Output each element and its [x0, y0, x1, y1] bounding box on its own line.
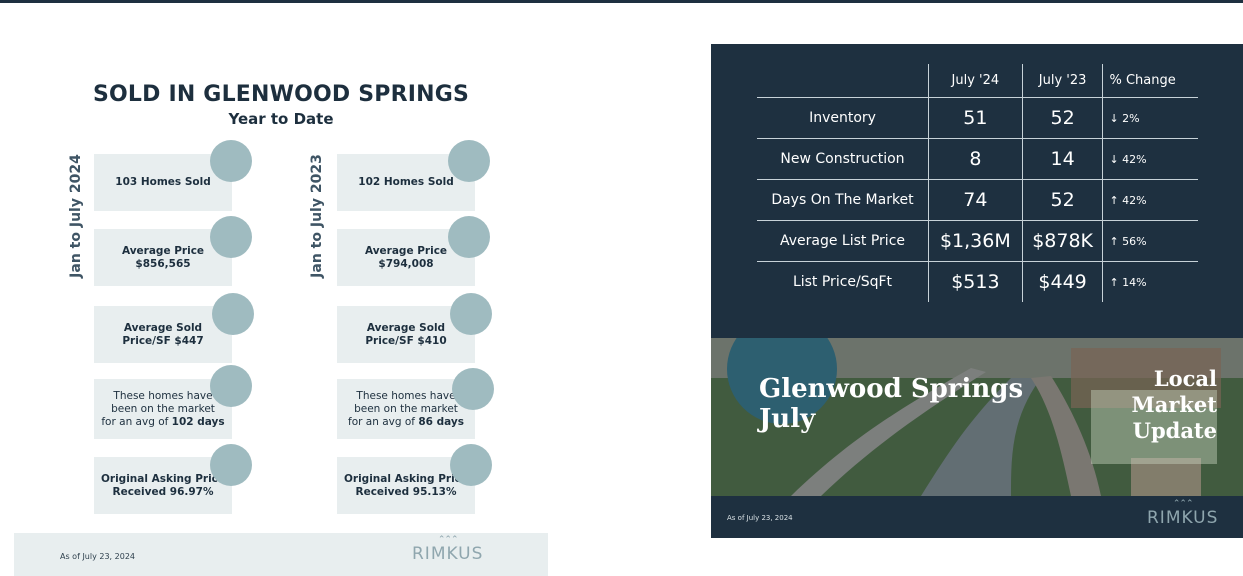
top-divider — [0, 0, 1243, 3]
table-header-row: July '24 July '23 % Change — [757, 64, 1198, 98]
rimkus-logo: ⌃⌃⌃ RIMKUS — [1147, 500, 1219, 528]
cell-july-24: $513 — [928, 261, 1023, 302]
decor-circle — [452, 368, 494, 410]
card-line: for an avg of — [348, 415, 419, 428]
card-line: Original Asking Price — [343, 472, 469, 485]
card-line: been on the market — [111, 402, 215, 415]
sold-summary-panel: SOLD IN GLENWOOD SPRINGS Year to Date Ja… — [14, 44, 548, 576]
header-blank — [757, 64, 929, 98]
decor-circle — [210, 216, 252, 258]
decor-circle — [450, 293, 492, 335]
decor-circle — [210, 365, 252, 407]
photo-title: Glenwood Springs July — [759, 374, 1023, 434]
photo-title-line: Glenwood Springs — [759, 374, 1024, 404]
cell-july-24: 51 — [928, 97, 1023, 139]
card-line: for an avg of — [101, 415, 172, 428]
cell-july-24: 74 — [928, 179, 1023, 221]
right-footer: As of July 23, 2024 ⌃⌃⌃ RIMKUS — [711, 496, 1243, 538]
logo-text: RIMKUS — [412, 544, 484, 564]
header-july-24: July '24 — [928, 64, 1023, 98]
card-line: Average Sold — [123, 321, 203, 334]
panel-subtitle: Year to Date — [228, 110, 334, 128]
card-line: These homes have — [356, 389, 456, 402]
card-text: 103 Homes Sold — [115, 176, 211, 188]
header-percent-change: % Change — [1102, 64, 1198, 98]
card-line: Received 96.97% — [112, 485, 214, 498]
card-line: $856,565 — [135, 257, 191, 270]
card-strong: 86 days — [418, 415, 464, 428]
card-line: Received 95.13% — [355, 485, 457, 498]
comparison-table: July '24 July '23 % Change Inventory 51 … — [757, 64, 1198, 302]
as-of-date: As of July 23, 2024 — [60, 552, 135, 561]
decor-circle — [448, 216, 490, 258]
card-text: 102 Homes Sold — [358, 176, 454, 188]
row-label: Average List Price — [757, 220, 929, 262]
card-line: been on the market — [354, 402, 458, 415]
cell-change: ↑ 14% — [1102, 261, 1198, 302]
table-row: New Construction 8 14 ↓ 42% — [757, 138, 1198, 180]
card-line: Average Price — [121, 244, 205, 257]
row-label: Inventory — [757, 97, 929, 139]
cell-july-23: 14 — [1021, 138, 1103, 180]
cell-july-23: 52 — [1021, 179, 1103, 221]
row-label: List Price/SqFt — [792, 274, 893, 290]
photo-title-line: July — [759, 404, 816, 434]
cell-july-23: $878K — [1021, 220, 1103, 262]
local-line: Local — [1153, 366, 1217, 391]
local-market-update: Local Market Update — [1091, 366, 1217, 444]
market-update-panel: July '24 July '23 % Change Inventory 51 … — [711, 44, 1243, 538]
row-label: New Construction — [757, 138, 929, 180]
decor-circle — [212, 293, 254, 335]
table-row: Inventory 51 52 ↓ 2% — [757, 97, 1198, 139]
local-line: Update — [1132, 418, 1217, 443]
cell-july-24: $1,36M — [928, 220, 1023, 262]
table-row: Days On The Market 74 52 ↑ 42% — [757, 179, 1198, 221]
card-line: These homes have — [113, 389, 213, 402]
card-line: Average Price — [364, 244, 448, 257]
left-footer: As of July 23, 2024 ⌃⌃⌃ RIMKUS — [14, 533, 548, 576]
panel-title: SOLD IN GLENWOOD SPRINGS — [92, 82, 470, 107]
decor-circle — [448, 140, 490, 182]
period-label-2024: Jan to July 2024 — [68, 154, 84, 278]
card-line: Average Sold — [366, 321, 446, 334]
decor-circle — [210, 140, 252, 182]
city-river-photo: Glenwood Springs July Local Market Updat… — [711, 338, 1243, 496]
as-of-date: As of July 23, 2024 — [727, 514, 793, 522]
decor-circle — [210, 444, 252, 486]
cell-july-23: $449 — [1021, 261, 1103, 302]
table-row: List Price/SqFt $513 $449 ↑ 14% — [757, 261, 1198, 302]
cell-change: ↓ 42% — [1102, 138, 1198, 180]
local-line: Market — [1131, 392, 1217, 417]
cell-july-23: 52 — [1021, 97, 1103, 139]
period-label-2023: Jan to July 2023 — [309, 154, 325, 278]
card-line: Price/SF $447 — [122, 334, 204, 347]
logo-text: RIMKUS — [1147, 508, 1219, 528]
row-label: Days On The Market — [757, 179, 929, 221]
card-line: Original Asking Price — [100, 472, 226, 485]
table-row: Average List Price $1,36M $878K ↑ 56% — [757, 220, 1198, 262]
cell-change: ↑ 56% — [1102, 220, 1198, 262]
rimkus-logo: ⌃⌃⌃ RIMKUS — [412, 536, 484, 564]
cell-change: ↓ 2% — [1102, 97, 1198, 139]
cell-change: ↑ 42% — [1102, 179, 1198, 221]
header-july-23: July '23 — [1021, 64, 1103, 98]
card-line: Price/SF $410 — [365, 334, 447, 347]
card-strong: 102 days — [171, 415, 225, 428]
decor-circle — [450, 444, 492, 486]
card-line: $794,008 — [378, 257, 434, 270]
cell-july-24: 8 — [928, 138, 1023, 180]
